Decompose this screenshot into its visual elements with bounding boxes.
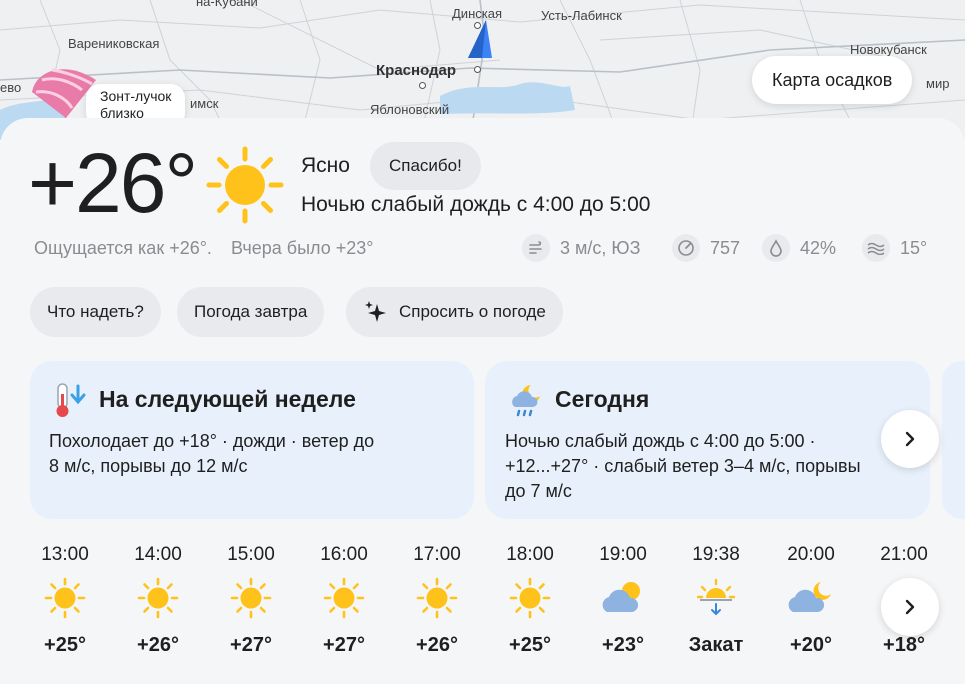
thermometer-down-icon [56, 383, 86, 417]
hourly-time: 17:00 [413, 544, 461, 565]
hourly-value: +25° [44, 634, 86, 656]
hourly-value: +26° [416, 634, 458, 656]
cloudy-night-icon [776, 568, 846, 628]
sun-icon [206, 146, 284, 224]
hourly-time: 13:00 [41, 544, 89, 565]
hourly-item[interactable]: 15:00 +27° [216, 544, 286, 657]
precipitation-map-button[interactable]: Карта осадков [752, 56, 913, 104]
tomorrow-weather-label: Погода завтра [194, 302, 308, 321]
what-to-wear-label: Что надеть? [47, 302, 144, 321]
hourly-item[interactable]: 14:00 +26° [123, 544, 193, 657]
map-label-na-kubani: на-Кубани [196, 0, 258, 9]
next-week-line: Похолодает до +18° · дожди · ветер до [49, 431, 375, 451]
sun-icon [216, 568, 286, 628]
wind-stat: 3 м/с, ЮЗ [522, 232, 640, 264]
next-week-title: На следующей неделе [99, 386, 356, 412]
map-label-imsk: имск [190, 96, 219, 111]
hourly-next-button[interactable] [881, 578, 939, 636]
hourly-time: 15:00 [227, 544, 275, 565]
sun-icon [123, 568, 193, 628]
feels-like: Ощущается как +26°. [34, 238, 212, 258]
next-week-line: 8 м/с, порывы до 12 м/с [49, 456, 248, 476]
map-label-yablonovsky: Яблоновский [370, 102, 450, 117]
feels-like-row: Ощущается как +26°. Вчера было +23° [34, 238, 387, 259]
hourly-item[interactable]: 19:38 Закат [681, 544, 751, 657]
map-label-varenikovskaya: Варениковская [68, 36, 160, 51]
hourly-time: 19:00 [599, 544, 647, 565]
sun-icon [309, 568, 379, 628]
partly-cloudy-icon [588, 568, 658, 628]
wind-icon [522, 234, 550, 262]
location-arrow-icon [468, 20, 492, 58]
rain-note: Ночью слабый дождь с 4:00 до 5:00 [301, 193, 651, 216]
humidity-icon [762, 234, 790, 262]
hourly-value: +26° [137, 634, 179, 656]
today-line: +12...+27° · слабый ветер 3–4 м/с, порыв… [505, 456, 861, 476]
hourly-time: 14:00 [134, 544, 182, 565]
hourly-time: 19:38 [692, 544, 740, 565]
city-dot [419, 82, 426, 89]
hourly-value: +27° [323, 634, 365, 656]
hourly-item[interactable]: 16:00 +27° [309, 544, 379, 657]
map-label-novokubansk: Новокубанск [850, 42, 927, 57]
hourly-time: 21:00 [880, 544, 928, 565]
city-dot [474, 66, 481, 73]
hourly-item[interactable]: 18:00 +25° [495, 544, 565, 657]
yesterday-temp: Вчера было +23° [230, 238, 374, 258]
current-temperature: +26° [28, 136, 198, 230]
humidity-value: 42% [800, 237, 837, 258]
hourly-time: 20:00 [787, 544, 835, 565]
today-line: до 7 м/с [505, 481, 572, 501]
hourly-item[interactable]: 17:00 +26° [402, 544, 472, 657]
hourly-value: +23° [602, 634, 644, 656]
chevron-right-icon [905, 431, 915, 447]
what-to-wear-button[interactable]: Что надеть? [30, 287, 161, 337]
humidity-stat: 42% [762, 232, 836, 264]
pressure-stat: 757 [672, 232, 740, 264]
hourly-value: +25° [509, 634, 551, 656]
sunset-icon [681, 568, 751, 628]
hourly-time: 18:00 [506, 544, 554, 565]
next-week-body: Похолодает до +18° · дожди · ветер до 8 … [49, 429, 374, 479]
map-label-mir: мир [926, 76, 950, 91]
water-temp-value: 15° [900, 237, 928, 258]
cards-next-button[interactable] [881, 410, 939, 468]
sun-icon [402, 568, 472, 628]
hourly-item[interactable]: 20:00 +20° [776, 544, 846, 657]
chevron-right-icon [905, 599, 915, 615]
hourly-value: Закат [688, 634, 744, 656]
ask-weather-label: Спросить о погоде [399, 302, 546, 321]
water-temp-stat: 15° [862, 232, 927, 264]
today-body: Ночью слабый дождь с 4:00 до 5:00 · +12.… [505, 429, 861, 504]
wind-value: 3 м/с, ЮЗ [560, 237, 641, 258]
hourly-value: +20° [790, 634, 832, 656]
sparkle-icon [365, 301, 386, 322]
umbrella-hint-text: Зонт-лучок близко [100, 88, 172, 121]
pressure-value: 757 [710, 237, 741, 258]
sun-icon [30, 568, 100, 628]
hourly-item[interactable]: 13:00 +25° [30, 544, 100, 657]
sun-icon [495, 568, 565, 628]
hourly-time: 16:00 [320, 544, 368, 565]
tomorrow-weather-button[interactable]: Погода завтра [177, 287, 325, 337]
hourly-item[interactable]: 19:00 +23° [588, 544, 658, 657]
map-label-krasnodar: Краснодар [376, 62, 457, 79]
next-info-card-peek[interactable] [942, 361, 965, 519]
map-label-evo: ево [0, 80, 22, 95]
today-line: Ночью слабый дождь с 4:00 до 5:00 · [505, 431, 816, 451]
today-title: Сегодня [555, 386, 650, 412]
thanks-button[interactable]: Спасибо! [370, 142, 481, 190]
hourly-value: +18° [883, 634, 925, 656]
condition-text: Ясно [301, 154, 350, 177]
hourly-value: +27° [230, 634, 272, 656]
water-icon [862, 234, 890, 262]
night-rain-icon [512, 385, 540, 417]
pressure-icon [672, 234, 700, 262]
map-label-ust-labinsk: Усть-Лабинск [541, 8, 622, 23]
ask-weather-button[interactable]: Спросить о погоде [346, 287, 563, 337]
